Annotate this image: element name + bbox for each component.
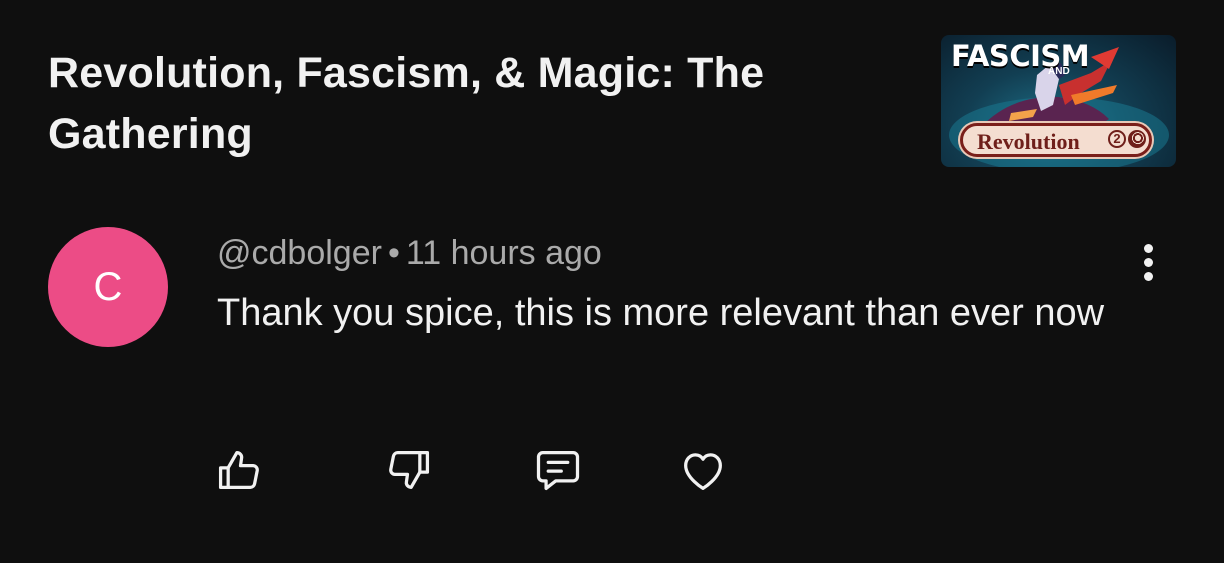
reply-button[interactable] [532, 444, 584, 496]
avatar[interactable]: C [48, 227, 168, 347]
thumbs-down-icon [389, 451, 430, 489]
comment-author[interactable]: @cdbolger [217, 234, 382, 272]
thumbnail-swirl-icon [1128, 130, 1146, 148]
video-title[interactable]: Revolution, Fascism, & Magic: The Gather… [48, 43, 868, 165]
thumbnail-and-label: AND [1048, 66, 1070, 77]
meta-separator: • [387, 234, 400, 272]
more-options-button[interactable] [1130, 240, 1166, 286]
video-thumbnail[interactable]: FASCISM AND Revolution 2 [941, 35, 1176, 167]
comment-icon [536, 451, 580, 491]
comment-timestamp[interactable]: 11 hours ago [406, 234, 602, 272]
thumbnail-badge-label: Revolution [977, 129, 1080, 154]
thumbnail-badge: Revolution 2 [960, 123, 1152, 157]
dislike-button[interactable] [383, 444, 435, 496]
heart-icon [684, 453, 722, 491]
comment-meta: @cdbolger • 11 hours ago [217, 232, 602, 274]
like-button[interactable] [213, 444, 265, 496]
thumbs-up-icon [218, 451, 259, 489]
thumbnail-badge-number: 2 [1108, 130, 1126, 148]
heart-button[interactable] [677, 444, 729, 496]
comment-text: Thank you spice, this is more relevant t… [217, 292, 1105, 334]
